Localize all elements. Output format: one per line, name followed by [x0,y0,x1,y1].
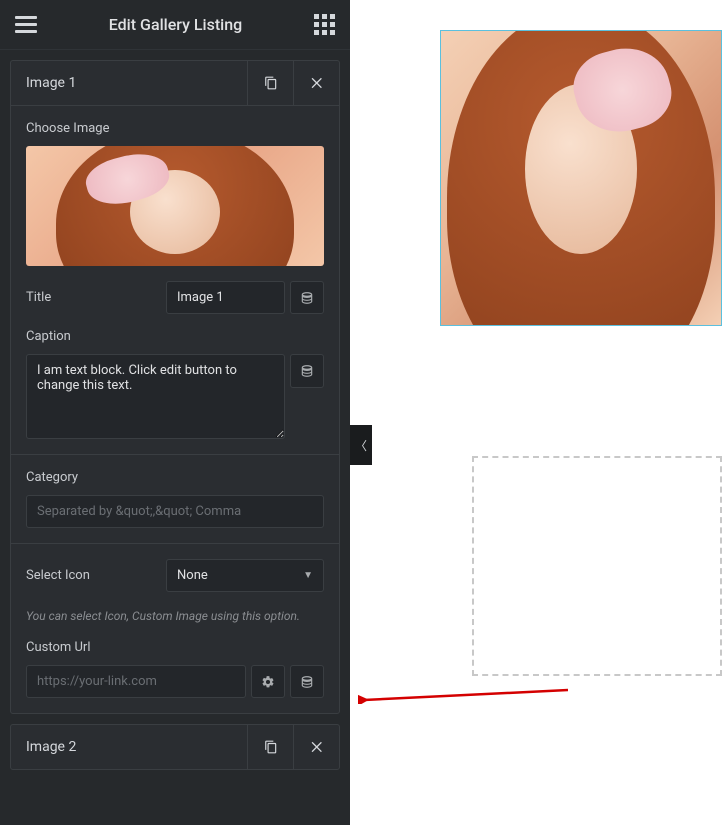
select-icon-value: None [177,568,208,583]
dynamic-url-button[interactable] [290,665,324,698]
canvas-preview [350,0,722,825]
caret-down-icon: ▼ [303,570,313,581]
panel-header: Edit Gallery Listing [0,0,350,50]
select-icon-dropdown[interactable]: None ▼ [166,559,324,592]
close-icon [309,739,325,755]
select-icon-help: You can select Icon, Custom Image using … [26,607,324,625]
category-label: Category [26,470,324,485]
database-icon [300,675,314,689]
panel-title: Edit Gallery Listing [37,15,314,34]
caption-textarea[interactable]: I am text block. Click edit button to ch… [26,354,285,439]
caption-label: Caption [26,329,324,344]
copy-icon [264,740,278,754]
copy-icon [264,76,278,90]
gallery-preview-image[interactable] [440,30,722,326]
gallery-item-1: Image 1 Choose Image Title [10,60,340,714]
menu-icon[interactable] [15,12,37,37]
item-header: Image 2 [11,725,339,769]
category-input[interactable] [26,495,324,528]
database-icon [300,364,314,378]
choose-image-label: Choose Image [26,121,324,136]
title-label: Title [26,290,156,305]
title-input[interactable] [166,281,285,314]
gallery-dropzone[interactable] [472,456,722,676]
select-icon-label: Select Icon [26,568,156,583]
item-body: Choose Image Title Caption [11,106,339,713]
gallery-item-2: Image 2 [10,724,340,770]
settings-sidebar: Edit Gallery Listing Image 1 Choose Imag… [0,0,350,825]
gear-icon [261,675,275,689]
item-heading[interactable]: Image 2 [11,727,247,767]
remove-button[interactable] [293,725,339,769]
close-icon [309,75,325,91]
apps-grid-icon[interactable] [314,14,335,35]
item-header: Image 1 [11,61,339,106]
duplicate-button[interactable] [247,725,293,769]
image-thumbnail[interactable] [26,146,324,266]
item-heading[interactable]: Image 1 [11,63,247,103]
remove-button[interactable] [293,61,339,105]
url-settings-button[interactable] [251,665,285,698]
dynamic-caption-button[interactable] [290,354,324,388]
duplicate-button[interactable] [247,61,293,105]
custom-url-input[interactable] [26,665,246,698]
dynamic-title-button[interactable] [290,281,324,314]
panel-body[interactable]: Image 1 Choose Image Title [0,50,350,825]
custom-url-label: Custom Url [26,640,324,655]
database-icon [300,291,314,305]
